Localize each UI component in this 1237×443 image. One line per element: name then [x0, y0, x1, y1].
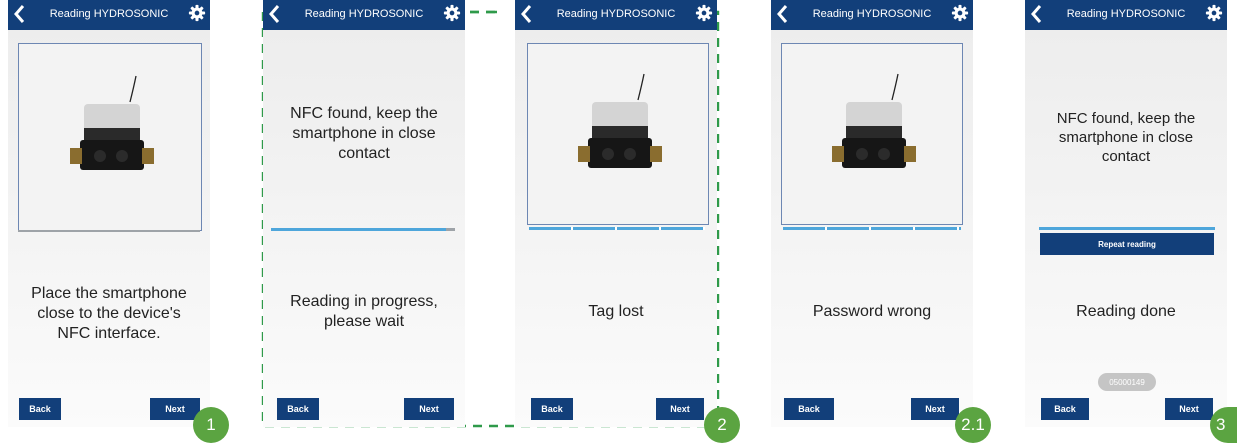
screen-tag-lost: Reading HYDROSONIC Tag lost Back Next	[515, 0, 717, 427]
gear-icon[interactable]	[1205, 4, 1223, 22]
gear-icon[interactable]	[443, 4, 461, 22]
chevron-left-icon[interactable]	[1029, 3, 1043, 25]
progress-bar-empty	[18, 230, 200, 232]
reading-progress-bar	[1039, 227, 1215, 230]
water-meter-image	[70, 75, 154, 170]
step-badge: 2	[704, 407, 740, 443]
next-button[interactable]: Next	[404, 398, 454, 420]
screen-password-wrong: Reading HYDROSONIC Password wrong Back N…	[771, 0, 973, 427]
next-button[interactable]: Next	[911, 398, 959, 420]
status-message: Reading in progress, please wait	[290, 293, 438, 330]
status-message: Place the smartphone close to the device…	[31, 285, 187, 342]
top-bar: Reading HYDROSONIC	[8, 0, 210, 30]
screen-reading-done: Reading HYDROSONIC NFC found, keep the s…	[1025, 0, 1227, 427]
meter-image-frame	[781, 43, 963, 225]
status-message: Tag lost	[588, 303, 644, 320]
reading-progress-bar	[271, 228, 455, 231]
gear-icon[interactable]	[695, 4, 713, 22]
app-title: Reading HYDROSONIC	[812, 8, 932, 20]
gear-icon[interactable]	[188, 4, 206, 22]
screen-place-phone: Reading HYDROSONIC Place the smartphone …	[8, 0, 210, 427]
app-title: Reading HYDROSONIC	[49, 8, 169, 20]
top-bar: Reading HYDROSONIC	[515, 0, 717, 30]
serial-number-badge: 05000149	[1098, 373, 1156, 391]
step-badge: 2.1	[955, 407, 991, 443]
meter-image-frame	[18, 43, 202, 231]
top-bar: Reading HYDROSONIC	[263, 0, 465, 30]
nfc-found-message: NFC found, keep the smartphone in close …	[1056, 110, 1196, 165]
meter-image-frame	[527, 43, 709, 225]
chevron-left-icon[interactable]	[267, 3, 281, 25]
chevron-left-icon[interactable]	[519, 3, 533, 25]
back-button[interactable]: Back	[784, 398, 834, 420]
next-button[interactable]: Next	[656, 398, 704, 420]
back-button[interactable]: Back	[1041, 398, 1089, 420]
chevron-left-icon[interactable]	[775, 3, 789, 25]
top-bar: Reading HYDROSONIC	[771, 0, 973, 30]
progress-bar-segmented	[783, 227, 961, 230]
back-button[interactable]: Back	[531, 398, 573, 420]
nfc-found-message: NFC found, keep the smartphone in close …	[290, 105, 438, 162]
back-button[interactable]: Back	[277, 398, 319, 420]
top-bar: Reading HYDROSONIC	[1025, 0, 1227, 30]
status-message: Password wrong	[812, 303, 932, 320]
back-button[interactable]: Back	[19, 398, 61, 420]
screen-reading-progress: Reading HYDROSONIC NFC found, keep the s…	[263, 0, 465, 427]
app-title: Reading HYDROSONIC	[304, 8, 424, 20]
step-badge: 1	[193, 407, 229, 443]
next-button[interactable]: Next	[1165, 398, 1213, 420]
gear-icon[interactable]	[951, 4, 969, 22]
progress-bar-segmented	[529, 227, 705, 230]
water-meter-image	[578, 73, 662, 168]
status-message: Reading done	[1076, 303, 1176, 320]
next-button[interactable]: Next	[150, 398, 200, 420]
app-title: Reading HYDROSONIC	[556, 8, 676, 20]
repeat-reading-button[interactable]: Repeat reading	[1040, 233, 1214, 255]
chevron-left-icon[interactable]	[12, 3, 26, 25]
water-meter-image	[832, 73, 916, 168]
app-title: Reading HYDROSONIC	[1066, 8, 1186, 20]
